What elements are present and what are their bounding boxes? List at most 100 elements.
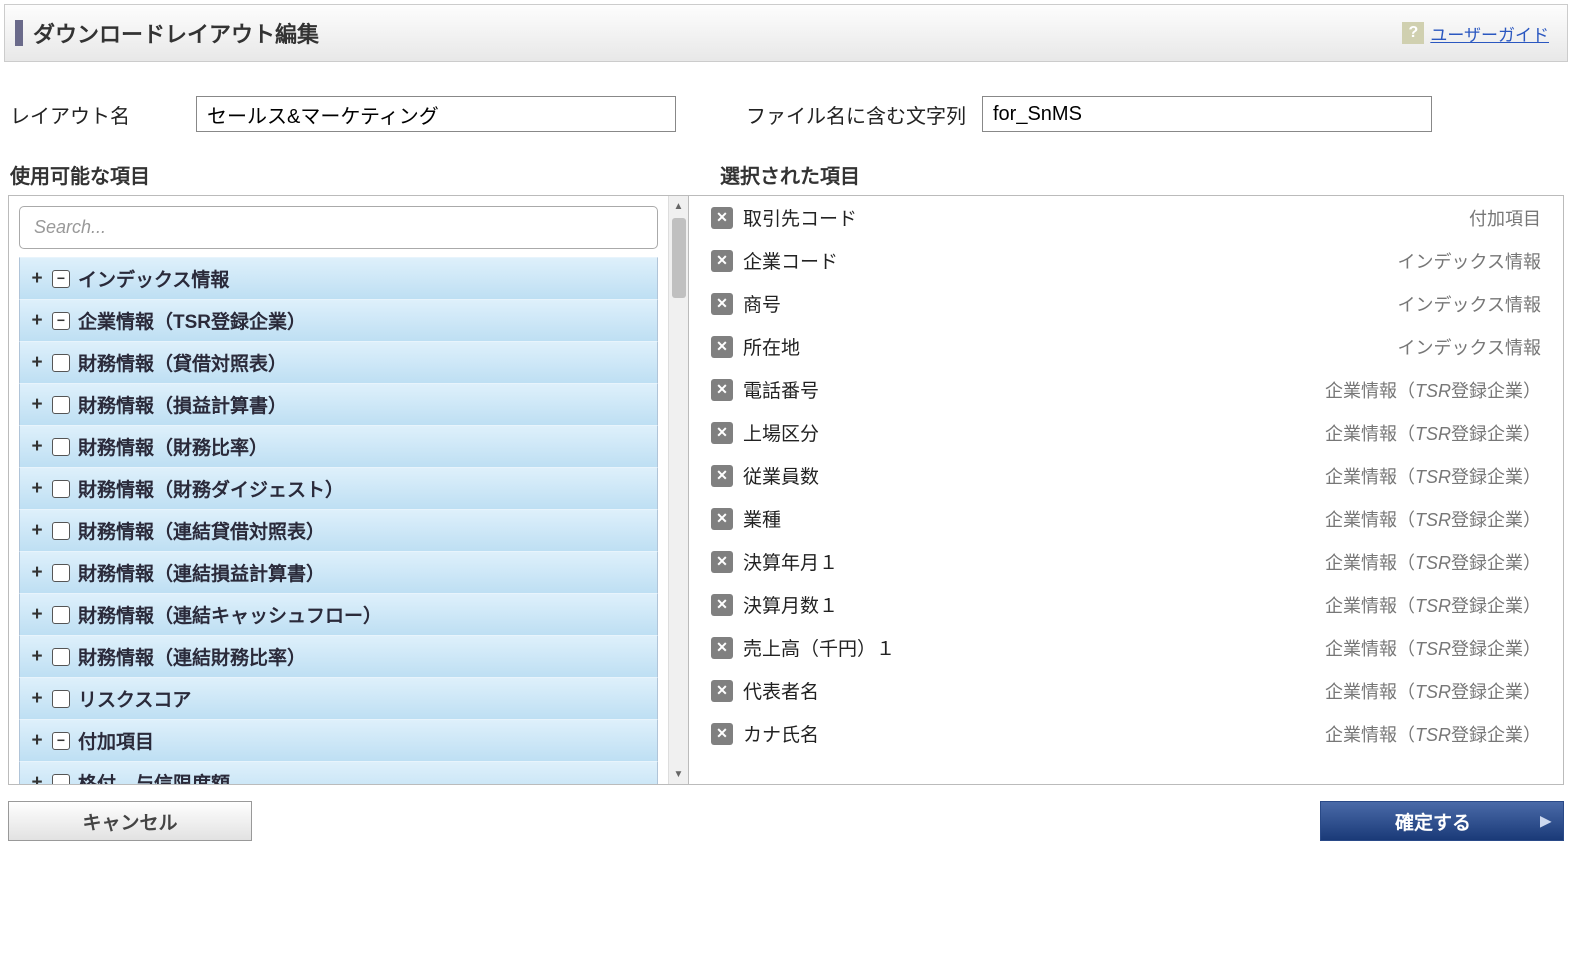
remove-icon[interactable]: ✕ <box>711 680 733 702</box>
category-item[interactable]: +付加項目 <box>19 719 658 762</box>
minus-box-icon[interactable] <box>52 270 70 288</box>
remove-icon[interactable]: ✕ <box>711 422 733 444</box>
expand-icon[interactable]: + <box>30 562 44 584</box>
category-item[interactable]: +財務情報（連結損益計算書） <box>19 551 658 594</box>
category-label: 財務情報（財務比率） <box>78 433 268 460</box>
selected-item-category: 企業情報（TSR登録企業） <box>1325 678 1541 704</box>
chevron-right-icon: ▶ <box>1540 813 1551 830</box>
category-item[interactable]: +財務情報（貸借対照表） <box>19 341 658 384</box>
category-item[interactable]: +財務情報（財務ダイジェスト） <box>19 467 658 510</box>
selected-item-name: 商号 <box>743 290 781 317</box>
remove-icon[interactable]: ✕ <box>711 594 733 616</box>
remove-icon[interactable]: ✕ <box>711 293 733 315</box>
page-header: ダウンロードレイアウト編集 ? ユーザーガイド <box>4 4 1568 62</box>
remove-icon[interactable]: ✕ <box>711 723 733 745</box>
selected-item-name: 上場区分 <box>743 419 819 446</box>
help-icon[interactable]: ? <box>1402 22 1424 44</box>
selected-item-name: 所在地 <box>743 333 800 360</box>
category-item[interactable]: +財務情報（連結貸借対照表） <box>19 509 658 552</box>
selected-list: ✕取引先コード付加項目✕企業コードインデックス情報✕商号インデックス情報✕所在地… <box>689 196 1563 755</box>
checkbox[interactable] <box>52 690 70 708</box>
remove-icon[interactable]: ✕ <box>711 551 733 573</box>
header-accent <box>15 20 23 46</box>
category-item[interactable]: + 財務情報（連結キャッシュフロー） <box>19 593 658 636</box>
remove-icon[interactable]: ✕ <box>711 250 733 272</box>
confirm-button[interactable]: 確定する ▶ <box>1320 801 1564 841</box>
selected-item[interactable]: ✕決算月数１企業情報（TSR登録企業） <box>689 583 1563 626</box>
minus-box-icon[interactable] <box>52 732 70 750</box>
selected-item[interactable]: ✕ 企業コード インデックス情報 <box>689 239 1563 282</box>
category-item[interactable]: +格付 与信限度額 <box>19 761 658 784</box>
selected-item[interactable]: ✕ 商号 インデックス情報 <box>689 282 1563 325</box>
selected-item[interactable]: ✕電話番号企業情報（TSR登録企業） <box>689 368 1563 411</box>
category-item[interactable]: +インデックス情報 <box>19 257 658 300</box>
selected-item-name: カナ氏名 <box>743 720 819 747</box>
cancel-button[interactable]: キャンセル <box>8 801 252 841</box>
scroll-up-icon[interactable]: ▲ <box>669 196 688 216</box>
category-label: リスクスコア <box>78 685 191 712</box>
expand-icon[interactable]: + <box>30 646 44 668</box>
category-item[interactable]: + リスクスコア <box>19 677 658 720</box>
user-guide-link[interactable]: ユーザーガイド <box>1430 21 1549 46</box>
expand-icon[interactable]: + <box>30 478 44 500</box>
category-label: 財務情報（連結財務比率） <box>78 643 306 670</box>
expand-icon[interactable]: + <box>30 310 44 332</box>
category-item[interactable]: + 財務情報（連結財務比率） <box>19 635 658 678</box>
category-label: 財務情報（連結キャッシュフロー） <box>78 601 382 628</box>
category-item[interactable]: + 財務情報（財務比率） <box>19 425 658 468</box>
filename-input[interactable] <box>982 96 1432 132</box>
selected-item-name: 代表者名 <box>743 677 819 704</box>
expand-icon[interactable]: + <box>30 436 44 458</box>
scroll-thumb[interactable] <box>672 218 686 298</box>
selected-item-category: 企業情報（TSR登録企業） <box>1325 721 1541 747</box>
search-input[interactable] <box>19 206 658 249</box>
selected-item[interactable]: ✕従業員数企業情報（TSR登録企業） <box>689 454 1563 497</box>
selected-items-header: 選択された項目 <box>720 160 1562 189</box>
scroll-down-icon[interactable]: ▼ <box>669 764 688 784</box>
selected-item-category: インデックス情報 <box>1398 291 1541 317</box>
checkbox[interactable] <box>52 354 70 372</box>
expand-icon[interactable]: + <box>30 520 44 542</box>
minus-box-icon[interactable] <box>52 312 70 330</box>
category-item[interactable]: + 財務情報（損益計算書） <box>19 383 658 426</box>
expand-icon[interactable]: + <box>30 352 44 374</box>
selected-item-name: 電話番号 <box>743 376 819 403</box>
scrollbar[interactable]: ▲ ▼ <box>668 196 688 784</box>
expand-icon[interactable]: + <box>30 604 44 626</box>
category-item[interactable]: +企業情報（TSR登録企業） <box>19 299 658 342</box>
filename-label: ファイル名に含む文字列 <box>746 100 966 129</box>
selected-item[interactable]: ✕取引先コード付加項目 <box>689 196 1563 239</box>
expand-icon[interactable]: + <box>30 268 44 290</box>
checkbox[interactable] <box>52 606 70 624</box>
remove-icon[interactable]: ✕ <box>711 207 733 229</box>
expand-icon[interactable]: + <box>30 394 44 416</box>
selected-item[interactable]: ✕ 代表者名 企業情報（TSR登録企業） <box>689 669 1563 712</box>
layout-name-input[interactable] <box>196 96 676 132</box>
checkbox[interactable] <box>52 648 70 666</box>
checkbox[interactable] <box>52 564 70 582</box>
selected-item[interactable]: ✕業種企業情報（TSR登録企業） <box>689 497 1563 540</box>
checkbox[interactable] <box>52 438 70 456</box>
remove-icon[interactable]: ✕ <box>711 379 733 401</box>
checkbox[interactable] <box>52 774 70 785</box>
selected-item[interactable]: ✕上場区分企業情報（TSR登録企業） <box>689 411 1563 454</box>
selected-item[interactable]: ✕売上高（千円）１企業情報（TSR登録企業） <box>689 626 1563 669</box>
checkbox[interactable] <box>52 522 70 540</box>
expand-icon[interactable]: + <box>30 772 44 785</box>
expand-icon[interactable]: + <box>30 730 44 752</box>
selected-item[interactable]: ✕決算年月１企業情報（TSR登録企業） <box>689 540 1563 583</box>
expand-icon[interactable]: + <box>30 688 44 710</box>
checkbox[interactable] <box>52 480 70 498</box>
selected-item-name: 企業コード <box>743 247 838 274</box>
category-label: 財務情報（損益計算書） <box>78 391 287 418</box>
selected-item[interactable]: ✕所在地インデックス情報 <box>689 325 1563 368</box>
layout-name-label: レイアウト名 <box>10 100 180 129</box>
remove-icon[interactable]: ✕ <box>711 465 733 487</box>
remove-icon[interactable]: ✕ <box>711 336 733 358</box>
selected-item[interactable]: ✕ カナ氏名 企業情報（TSR登録企業） <box>689 712 1563 755</box>
form-row: レイアウト名 ファイル名に含む文字列 <box>0 66 1572 142</box>
remove-icon[interactable]: ✕ <box>711 508 733 530</box>
checkbox[interactable] <box>52 396 70 414</box>
selected-item-category: インデックス情報 <box>1398 248 1541 274</box>
remove-icon[interactable]: ✕ <box>711 637 733 659</box>
